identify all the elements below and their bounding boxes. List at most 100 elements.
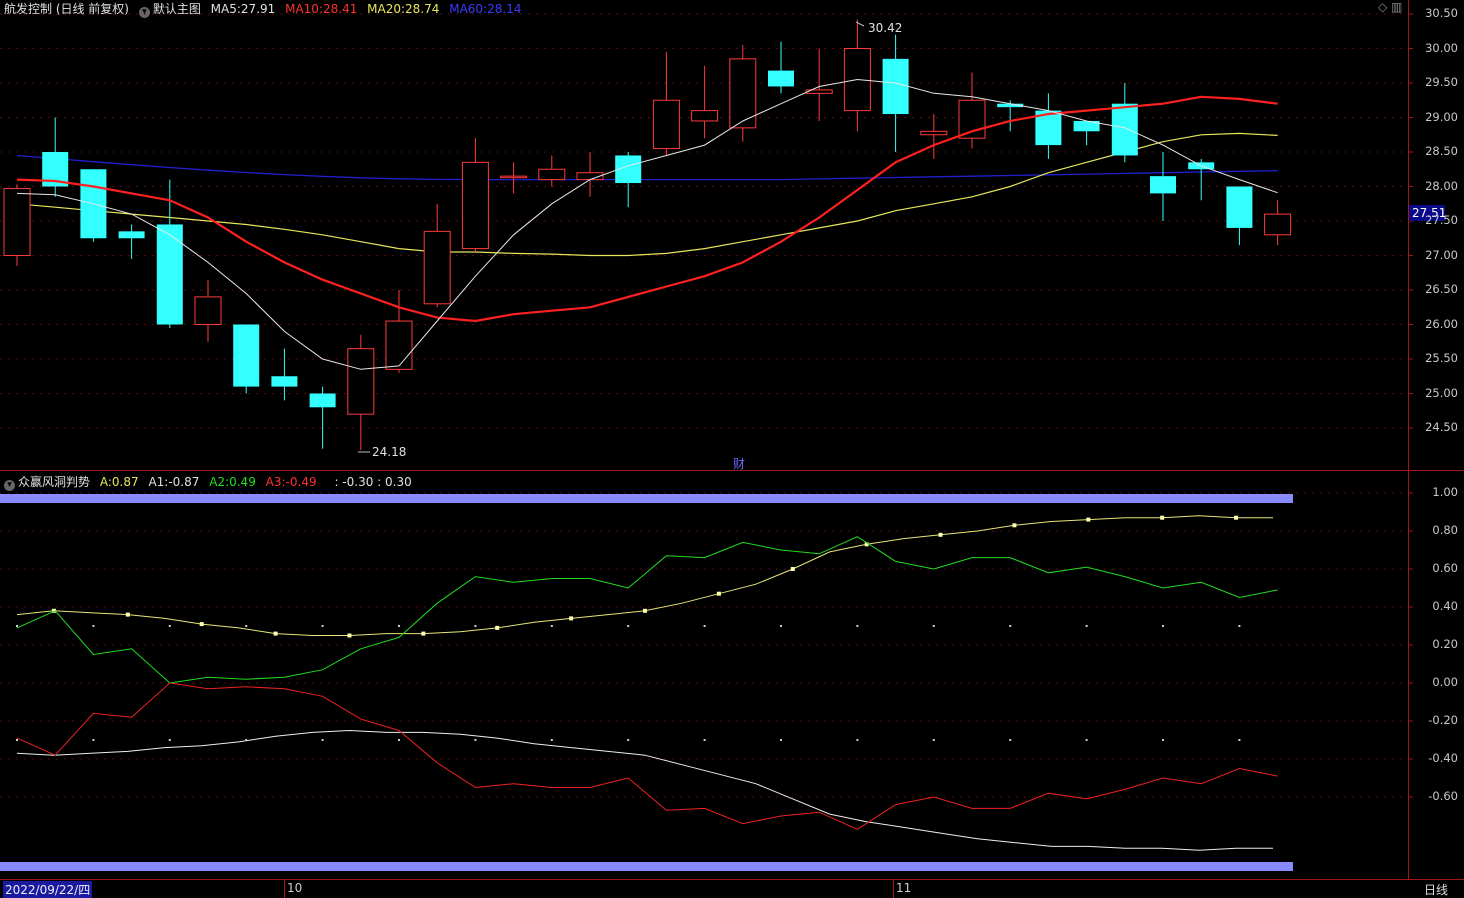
threshold-dot bbox=[550, 625, 553, 627]
candle bbox=[347, 334, 375, 451]
indicator-tick-label: 0.60 bbox=[1432, 561, 1458, 575]
ma60-path bbox=[16, 154, 1278, 181]
threshold-dot bbox=[1238, 739, 1241, 741]
threshold-dot bbox=[321, 625, 324, 627]
a-marker bbox=[1234, 515, 1239, 520]
candle-body bbox=[882, 58, 909, 115]
candle bbox=[1073, 120, 1100, 146]
threshold-dot bbox=[703, 739, 706, 741]
indicator-series-a1 bbox=[16, 729, 1273, 851]
price-tick-label: 26.00 bbox=[1425, 316, 1458, 331]
candle bbox=[768, 41, 794, 94]
threshold-dot bbox=[398, 739, 400, 741]
threshold-dot bbox=[1238, 625, 1241, 627]
threshold-dot bbox=[627, 625, 630, 627]
candle bbox=[538, 155, 566, 187]
candle bbox=[615, 152, 642, 208]
candle-body bbox=[385, 320, 413, 370]
threshold-dot bbox=[16, 739, 18, 741]
month-divider bbox=[893, 880, 894, 898]
financial-report-marker[interactable]: 财 bbox=[733, 457, 745, 471]
price-tick-label: 29.00 bbox=[1425, 109, 1458, 124]
candle-body bbox=[1150, 176, 1176, 194]
month-divider bbox=[284, 880, 285, 898]
candle-body bbox=[1111, 103, 1138, 156]
threshold-dot bbox=[92, 739, 95, 741]
threshold-dot bbox=[932, 739, 935, 741]
high-annotation: 30.42 bbox=[855, 21, 902, 35]
candle bbox=[691, 65, 719, 139]
threshold-dot bbox=[321, 739, 324, 741]
threshold-dot bbox=[245, 739, 248, 741]
candle-body bbox=[347, 348, 375, 415]
candle bbox=[920, 114, 948, 159]
candle-body bbox=[768, 70, 794, 87]
candle-body bbox=[233, 324, 260, 387]
low-price-label: 24.18 bbox=[372, 445, 406, 459]
threshold-dot bbox=[856, 625, 859, 627]
candle-body bbox=[156, 224, 183, 325]
indicator-tick-label: -0.40 bbox=[1428, 751, 1458, 765]
price-tick-label: 26.50 bbox=[1425, 282, 1458, 296]
a-marker bbox=[938, 532, 943, 537]
period-button[interactable]: 日线 bbox=[1424, 881, 1448, 898]
threshold-dot bbox=[245, 625, 248, 627]
candle-body bbox=[958, 99, 986, 139]
a-marker bbox=[347, 633, 352, 638]
candle bbox=[194, 279, 222, 342]
ma60-line bbox=[16, 154, 1278, 181]
candle-body bbox=[194, 296, 222, 325]
candle-body bbox=[500, 175, 528, 179]
upper-band bbox=[0, 494, 1293, 503]
candle bbox=[1111, 83, 1138, 163]
threshold-dot bbox=[780, 625, 782, 627]
candle-body bbox=[461, 161, 489, 250]
month-label-nov: 11 bbox=[896, 881, 912, 895]
candle bbox=[461, 138, 489, 253]
candle bbox=[309, 386, 336, 449]
candle bbox=[576, 152, 604, 197]
candle bbox=[843, 19, 871, 132]
threshold-dot bbox=[1009, 625, 1012, 627]
a-marker bbox=[643, 608, 647, 613]
candle bbox=[652, 51, 680, 156]
a-marker bbox=[569, 616, 574, 621]
candle bbox=[385, 290, 413, 373]
indicator-series-a bbox=[16, 515, 1273, 636]
price-tick-label: 28.50 bbox=[1425, 144, 1458, 158]
date-axis: 2022/09/22/四 10 11 日线 bbox=[0, 880, 1464, 898]
low-annotation: 24.18 bbox=[358, 445, 406, 459]
chart-frame bbox=[0, 0, 1464, 880]
candle bbox=[958, 72, 986, 149]
indicator-tick-label: 0.40 bbox=[1432, 599, 1458, 613]
candle bbox=[1150, 152, 1176, 221]
indicator-gridlines bbox=[0, 492, 1413, 798]
candle bbox=[1226, 186, 1253, 246]
price-tick-label: 30.00 bbox=[1425, 40, 1458, 55]
candle-body bbox=[538, 168, 566, 181]
threshold-dot bbox=[1009, 739, 1012, 741]
a-marker bbox=[1012, 523, 1017, 528]
candle-body bbox=[691, 110, 719, 122]
candle bbox=[500, 162, 528, 194]
month-label-oct: 10 bbox=[287, 881, 303, 895]
candle bbox=[882, 34, 909, 152]
chart-canvas[interactable]: 30.42 24.18 财 27.51 bbox=[0, 0, 1464, 898]
threshold-dot bbox=[627, 739, 630, 741]
candle-body bbox=[920, 130, 948, 136]
candle bbox=[1188, 158, 1215, 201]
threshold-dot bbox=[1085, 739, 1088, 741]
indicator-tick-label: 1.00 bbox=[1432, 485, 1458, 499]
candle bbox=[42, 117, 69, 197]
candle-body bbox=[729, 58, 757, 129]
indicator-tick-label: 0.00 bbox=[1432, 675, 1458, 689]
price-tick-label: 27.50 bbox=[1425, 213, 1458, 227]
candle bbox=[156, 179, 183, 328]
threshold-dot bbox=[16, 625, 18, 627]
stock-chart-window: 航发控制 (日线 前复权) ▾ 默认主图 MA5:27.91 MA10:28.41… bbox=[0, 0, 1464, 898]
threshold-dot bbox=[92, 625, 95, 627]
price-tick-label: 27.00 bbox=[1425, 247, 1458, 262]
threshold-dot bbox=[932, 625, 935, 627]
candlesticks bbox=[3, 19, 1292, 451]
a-marker bbox=[273, 631, 278, 636]
